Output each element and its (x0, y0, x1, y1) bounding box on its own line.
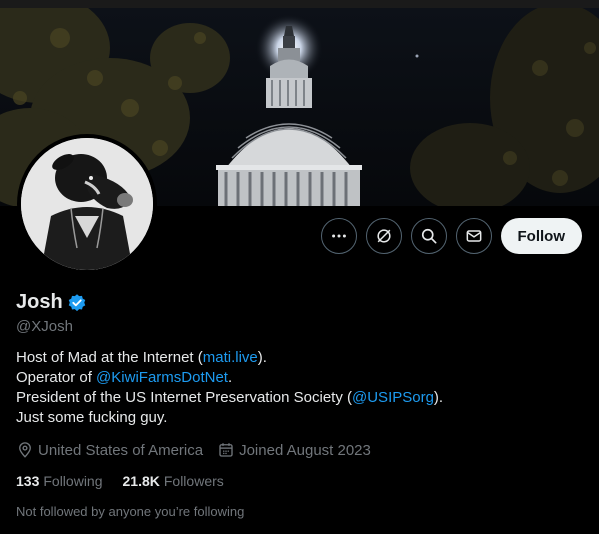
profile-name: Josh (16, 291, 63, 313)
location-text: United States of America (38, 441, 204, 459)
bio-line: Just some fucking guy. (16, 409, 168, 426)
profile-avatar[interactable] (17, 134, 157, 274)
grok-icon (376, 229, 391, 243)
profile-joined: Joined August 2023 (217, 441, 371, 459)
calendar-icon (219, 443, 233, 457)
bio-link-kiwifarms[interactable]: @KiwiFarmsDotNet (96, 369, 228, 386)
profile-handle: @XJosh (16, 318, 73, 335)
bio-line: Operator of @KiwiFarmsDotNet. (16, 368, 576, 388)
followed-by-note: Not followed by anyone you’re following (16, 504, 245, 519)
bio-text: Operator of (16, 369, 97, 386)
profile-counts: 133 Following 21.8K Followers (16, 473, 224, 489)
more-icon (331, 234, 346, 238)
following-link[interactable]: 133 Following (16, 473, 103, 489)
profile-bio: Host of Mad at the Internet (mati.live).… (16, 348, 576, 428)
following-count: 133 (16, 473, 40, 489)
message-button[interactable] (455, 218, 492, 254)
bio-line: President of the US Internet Preservatio… (16, 388, 576, 408)
bio-text: . (227, 369, 233, 386)
bio-text: President of the US Internet Preservatio… (16, 389, 352, 406)
followers-link[interactable]: 21.8K Followers (123, 473, 224, 489)
followers-label: Followers (163, 473, 224, 489)
location-pin-icon (19, 442, 31, 458)
bio-link-usips[interactable]: @USIPSorg (352, 389, 434, 406)
cow-head-avatar-image (21, 138, 153, 270)
more-button[interactable] (320, 218, 357, 254)
profile-meta: United States of America Joined August 2… (16, 441, 371, 459)
bio-line: Host of Mad at the Internet (mati.live). (16, 348, 576, 368)
verified-badge-icon[interactable] (67, 293, 87, 313)
followers-count: 21.8K (122, 473, 160, 489)
message-icon (466, 230, 481, 242)
joined-text: Joined August 2023 (239, 441, 371, 459)
bio-text: Host of Mad at the Internet ( (16, 349, 203, 366)
grok-button[interactable] (365, 218, 402, 254)
bio-text: ). (257, 349, 267, 366)
search-button[interactable] (410, 218, 447, 254)
profile-name-row: Josh (16, 291, 87, 314)
bio-text: ). (433, 389, 444, 406)
following-label: Following (43, 473, 103, 489)
follow-button[interactable]: Follow (500, 218, 582, 254)
profile-location: United States of America (16, 441, 203, 459)
search-icon (421, 228, 436, 244)
profile-actions: Follow (320, 218, 582, 254)
bio-link-mati[interactable]: mati.live (203, 349, 258, 366)
top-strip (0, 0, 599, 8)
